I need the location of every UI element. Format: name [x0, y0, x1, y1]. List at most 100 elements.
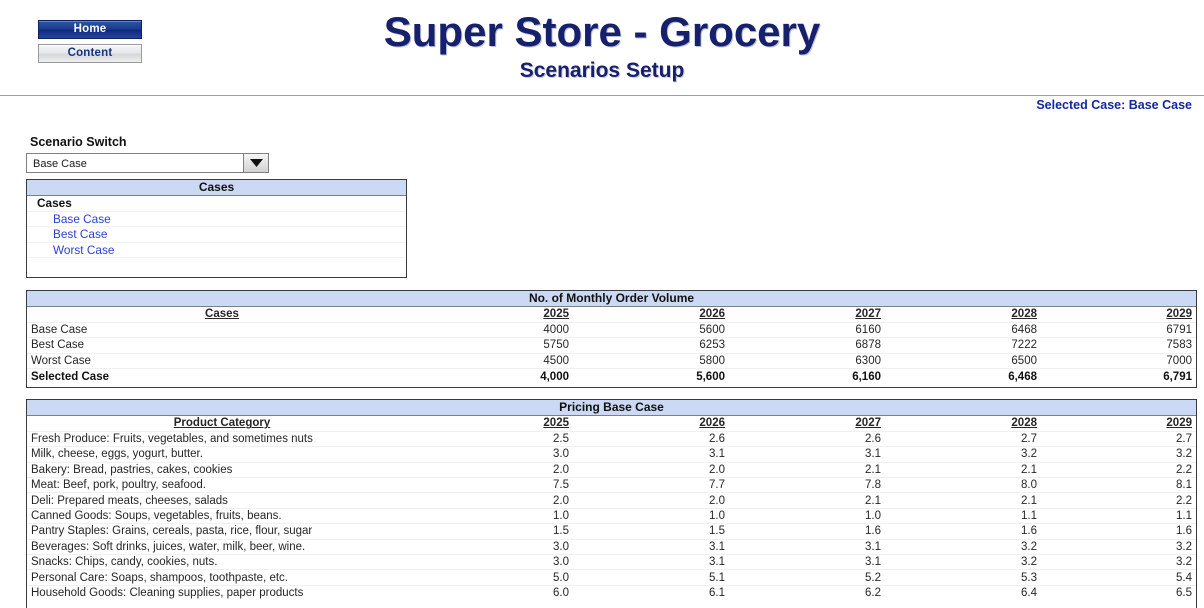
cell-beverages-soft-drinks-juices-water-milk--2027: 3.1 [729, 539, 885, 556]
cell-bakery-bread-pastries-cakes-cookies-2029: 2.2 [1041, 462, 1196, 479]
row-label-best-case: Best Case [27, 337, 417, 354]
cell-snacks-chips-candy-cookies-nuts-2028: 3.2 [885, 554, 1041, 571]
cell-household-goods-cleaning-supplies-paper--2028: 6.4 [1021, 587, 1037, 600]
cell-worst-case-2026: 5800 [573, 353, 729, 370]
home-button[interactable]: Home [38, 20, 142, 39]
cell-fresh-produce-fruits-vegetables-and-some-2026: 2.6 [573, 431, 729, 448]
product-category-personal-care-soaps-shampoos-toothpaste-: Personal Care: Soaps, shampoos, toothpas… [27, 569, 417, 586]
table-row: Selected Case 4,000 5,600 6,160 6,468 6,791 [27, 369, 1196, 384]
pricing-table-title: Pricing Base Case [27, 400, 1196, 416]
product-category-deli-prepared-meats-cheeses-salads: Deli: Prepared meats, cheeses, salads [27, 492, 417, 509]
scenario-switch-label: Scenario Switch [30, 135, 127, 149]
table-row: Canned Goods: Soups, vegetables, fruits,… [27, 508, 1196, 525]
cell-snacks-chips-candy-cookies-nuts-2025: 3.0 [417, 554, 573, 571]
product-category-canned-goods-soups-vegetables-fruits-bea: Canned Goods: Soups, vegetables, fruits,… [27, 508, 417, 525]
cell-household-goods-cleaning-supplies-paper--2029: 6.5 [1176, 587, 1192, 600]
cell-best-case-2029: 7583 [1041, 337, 1196, 354]
scenario-switch-value: Base Case [33, 158, 87, 170]
table-header-row: Cases 2025 2026 2027 2028 2029 [27, 307, 1196, 323]
cases-group-label: Cases [27, 196, 406, 212]
column-header-2029: 2029 [1041, 416, 1196, 432]
cell-milk-cheese-eggs-yogurt-butter-2026: 3.1 [573, 446, 729, 463]
cell-deli-prepared-meats-cheeses-salads-2029: 2.2 [1041, 492, 1196, 509]
cell-snacks-chips-candy-cookies-nuts-2029: 3.2 [1041, 554, 1196, 571]
cell-meat-beef-pork-poultry-seafood-2028: 8.0 [885, 477, 1041, 494]
table-row: Snacks: Chips, candy, cookies, nuts. 3.0 3… [27, 554, 1196, 571]
cell-fresh-produce-fruits-vegetables-and-some-2028: 2.7 [885, 431, 1041, 448]
row-label-selected-case: Selected Case [31, 370, 109, 383]
cell-selected-case-2025: 4,000 [540, 370, 569, 383]
cases-item-best-case[interactable]: Best Case [27, 227, 406, 243]
volume-table-body: Cases 2025 2026 2027 2028 2029 Base Case 4000 56… [27, 307, 1196, 384]
cell-base-case-2025: 4000 [417, 322, 573, 339]
cell-best-case-2028: 7222 [885, 337, 1041, 354]
column-header-2027: 2027 [729, 307, 885, 323]
cases-box-spacer [27, 258, 406, 274]
volume-table-title: No. of Monthly Order Volume [27, 291, 1196, 307]
table-row: Deli: Prepared meats, cheeses, salads 2.0… [27, 492, 1196, 509]
cell-meat-beef-pork-poultry-seafood-2027: 7.8 [729, 477, 885, 494]
cell-best-case-2027: 6878 [729, 337, 885, 354]
cell-personal-care-soaps-shampoos-toothpaste--2026: 5.1 [573, 569, 729, 586]
product-category-meat-beef-pork-poultry-seafood: Meat: Beef, pork, poultry, seafood. [27, 477, 417, 494]
cell-snacks-chips-candy-cookies-nuts-2026: 3.1 [573, 554, 729, 571]
cell-milk-cheese-eggs-yogurt-butter-2027: 3.1 [729, 446, 885, 463]
cell-pantry-staples-grains-cereals-pasta-rice-2029: 1.6 [1041, 523, 1196, 540]
cell-fresh-produce-fruits-vegetables-and-some-2027: 2.6 [729, 431, 885, 448]
cell-pantry-staples-grains-cereals-pasta-rice-2028: 1.6 [885, 523, 1041, 540]
product-category-beverages-soft-drinks-juices-water-milk-: Beverages: Soft drinks, juices, water, m… [27, 539, 417, 556]
scenario-switch-dropdown[interactable]: Base Case [26, 153, 269, 173]
cell-deli-prepared-meats-cheeses-salads-2025: 2.0 [417, 492, 573, 509]
cell-base-case-2029: 6791 [1041, 322, 1196, 339]
cell-selected-case-2027: 6,160 [852, 370, 881, 383]
cases-item-worst-case[interactable]: Worst Case [27, 243, 406, 259]
table-row: Milk, cheese, eggs, yogurt, butter. 3.0 3.… [27, 446, 1196, 463]
product-category-bakery-bread-pastries-cakes-cookies: Bakery: Bread, pastries, cakes, cookies [27, 462, 417, 479]
cell-worst-case-2029: 7000 [1041, 353, 1196, 370]
column-header-2029: 2029 [1041, 307, 1196, 323]
cell-personal-care-soaps-shampoos-toothpaste--2029: 5.4 [1041, 569, 1196, 586]
page-header: Home Content Super Store - Grocery Scena… [0, 0, 1204, 96]
cell-bakery-bread-pastries-cakes-cookies-2028: 2.1 [885, 462, 1041, 479]
cases-box-title: Cases [27, 180, 406, 196]
chevron-down-icon[interactable] [243, 154, 268, 172]
cell-best-case-2026: 6253 [573, 337, 729, 354]
cell-snacks-chips-candy-cookies-nuts-2027: 3.1 [729, 554, 885, 571]
column-header-2028: 2028 [885, 416, 1041, 432]
cell-milk-cheese-eggs-yogurt-butter-2025: 3.0 [417, 446, 573, 463]
cell-beverages-soft-drinks-juices-water-milk--2028: 3.2 [885, 539, 1041, 556]
table-row: Personal Care: Soaps, shampoos, toothpas… [27, 569, 1196, 586]
table-row: Worst Case 4500 5800 6300 6500 7000 [27, 353, 1196, 370]
cell-bakery-bread-pastries-cakes-cookies-2027: 2.1 [729, 462, 885, 479]
column-header-2027: 2027 [729, 416, 885, 432]
cell-household-goods-cleaning-supplies-paper--2026: 6.1 [709, 587, 725, 600]
content-button[interactable]: Content [38, 44, 142, 63]
column-header-row-label: Cases [27, 307, 417, 323]
cell-deli-prepared-meats-cheeses-salads-2028: 2.1 [885, 492, 1041, 509]
cell-fresh-produce-fruits-vegetables-and-some-2025: 2.5 [417, 431, 573, 448]
cell-household-goods-cleaning-supplies-paper--2027: 6.2 [865, 587, 881, 600]
cell-base-case-2027: 6160 [729, 322, 885, 339]
table-row: Household Goods: Cleaning supplies, pape… [27, 585, 1196, 600]
product-category-milk-cheese-eggs-yogurt-butter: Milk, cheese, eggs, yogurt, butter. [27, 446, 417, 463]
cases-item-base-case[interactable]: Base Case [27, 212, 406, 228]
cell-selected-case-2029: 6,791 [1163, 370, 1192, 383]
page-subtitle: Scenarios Setup [519, 59, 685, 82]
table-row: Best Case 5750 6253 6878 7222 7583 [27, 337, 1196, 354]
cell-milk-cheese-eggs-yogurt-butter-2028: 3.2 [885, 446, 1041, 463]
cell-beverages-soft-drinks-juices-water-milk--2029: 3.2 [1041, 539, 1196, 556]
table-row: Beverages: Soft drinks, juices, water, m… [27, 539, 1196, 556]
cell-bakery-bread-pastries-cakes-cookies-2025: 2.0 [417, 462, 573, 479]
cell-worst-case-2028: 6500 [885, 353, 1041, 370]
cell-milk-cheese-eggs-yogurt-butter-2029: 3.2 [1041, 446, 1196, 463]
cell-personal-care-soaps-shampoos-toothpaste--2025: 5.0 [417, 569, 573, 586]
nav-buttons: Home Content [38, 20, 142, 63]
cell-canned-goods-soups-vegetables-fruits-bea-2028: 1.1 [885, 508, 1041, 525]
cell-meat-beef-pork-poultry-seafood-2026: 7.7 [573, 477, 729, 494]
cell-canned-goods-soups-vegetables-fruits-bea-2027: 1.0 [729, 508, 885, 525]
cell-best-case-2025: 5750 [417, 337, 573, 354]
row-label-base-case: Base Case [27, 322, 417, 339]
volume-table-grid: Cases 2025 2026 2027 2028 2029 Base Case 4000 56… [27, 307, 1196, 384]
table-row: Pantry Staples: Grains, cereals, pasta, … [27, 523, 1196, 540]
cell-beverages-soft-drinks-juices-water-milk--2025: 3.0 [417, 539, 573, 556]
